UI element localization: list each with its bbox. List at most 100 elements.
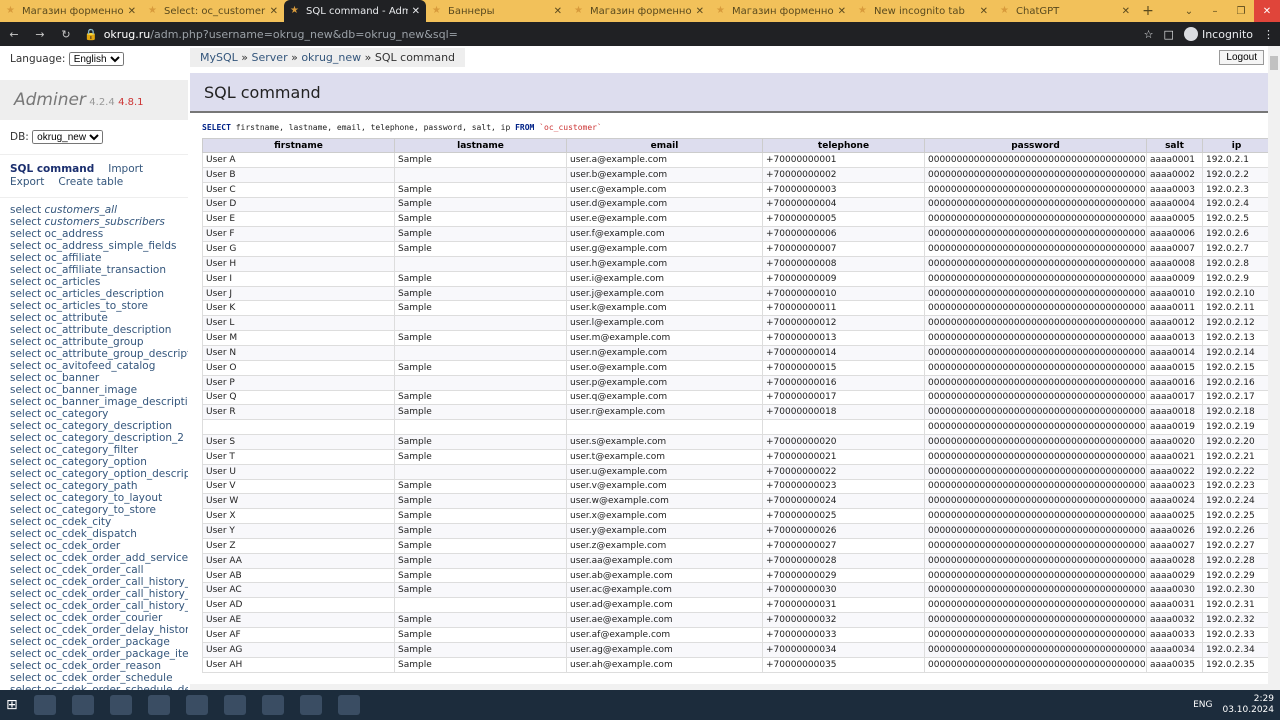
sidebar-table-link[interactable]: select oc_cdek_order_call_history_g: [10, 600, 188, 612]
close-window-button[interactable]: ✕: [1254, 0, 1280, 22]
browser-tab[interactable]: ★ Баннеры ✕: [426, 0, 568, 22]
app-icon[interactable]: [261, 695, 284, 715]
sidebar-table-link[interactable]: select oc_category_to_layout: [10, 492, 178, 504]
sidebar-table-link[interactable]: select oc_articles: [10, 276, 178, 288]
sidebar-table-link[interactable]: select oc_attribute_description: [10, 324, 178, 336]
input-language[interactable]: ENG: [1193, 700, 1212, 710]
sidebar-table-link[interactable]: select oc_category_filter: [10, 444, 178, 456]
browser-tab[interactable]: ★ Select: oc_customer - Adm ✕: [142, 0, 284, 22]
column-header[interactable]: ip: [1202, 138, 1268, 153]
column-header[interactable]: salt: [1146, 138, 1203, 153]
tab-close-icon[interactable]: ✕: [1122, 6, 1130, 17]
sidebar-table-link[interactable]: select oc_category: [10, 408, 178, 420]
sidebar-table-link[interactable]: select oc_cdek_order_delay_history: [10, 624, 188, 636]
language-select[interactable]: English: [68, 52, 124, 66]
sidebar-table-link[interactable]: select oc_cdek_order_reason: [10, 660, 178, 672]
vertical-scrollbar[interactable]: [1268, 46, 1280, 690]
sidebar-table-link[interactable]: select oc_cdek_order_add_service: [10, 552, 188, 564]
scroll-thumb[interactable]: [1270, 56, 1278, 70]
sidebar-table-link[interactable]: select oc_cdek_order_schedule: [10, 672, 178, 684]
start-icon[interactable]: ⊞: [6, 697, 18, 713]
brand-name[interactable]: Adminer: [14, 90, 86, 110]
column-header[interactable]: email: [566, 138, 763, 153]
firefox-icon[interactable]: [147, 695, 170, 715]
sql-command-link[interactable]: SQL command: [10, 163, 94, 175]
tab-close-icon[interactable]: ✕: [838, 6, 846, 17]
browser-tab[interactable]: ★ Магазин форменной оде ✕: [710, 0, 852, 22]
menu-icon[interactable]: ⋮: [1263, 28, 1274, 41]
app-icon[interactable]: [223, 695, 246, 715]
sidebar-table-link[interactable]: select oc_banner: [10, 372, 178, 384]
db-select[interactable]: okrug_new: [32, 130, 104, 144]
sidebar-table-link[interactable]: select oc_category_option: [10, 456, 178, 468]
browser-tab[interactable]: ★ SQL command - Adminer ✕: [284, 0, 426, 22]
maximize-button[interactable]: ❐: [1228, 0, 1254, 22]
forward-icon[interactable]: →: [32, 28, 48, 41]
tab-close-icon[interactable]: ✕: [980, 6, 988, 17]
import-link[interactable]: Import: [108, 163, 143, 175]
sidebar-table-link[interactable]: select oc_banner_image: [10, 384, 178, 396]
sidebar-table-link[interactable]: select oc_address: [10, 228, 178, 240]
sidebar-table-link[interactable]: select oc_avitofeed_catalog: [10, 360, 178, 372]
sidebar-table-link[interactable]: select oc_cdek_order: [10, 540, 178, 552]
sidebar-table-link[interactable]: select oc_banner_image_description: [10, 396, 188, 408]
sidebar-table-link[interactable]: select oc_articles_description: [10, 288, 178, 300]
sidebar-table-link[interactable]: select oc_category_to_store: [10, 504, 178, 516]
column-header[interactable]: telephone: [762, 138, 925, 153]
side-panel-icon[interactable]: □: [1164, 28, 1174, 41]
version-new[interactable]: 4.8.1: [118, 97, 143, 108]
sidebar-table-link[interactable]: select oc_cdek_order_package: [10, 636, 178, 648]
sidebar-table-link[interactable]: select oc_category_path: [10, 480, 178, 492]
star-icon[interactable]: ☆: [1144, 28, 1154, 41]
sidebar-table-link[interactable]: select oc_address_simple_fields: [10, 240, 178, 252]
reload-icon[interactable]: ↻: [58, 28, 74, 41]
tab-search-icon[interactable]: ⌄: [1176, 0, 1202, 22]
column-header[interactable]: firstname: [202, 138, 395, 153]
file-explorer-icon[interactable]: [33, 695, 56, 715]
sidebar-table-link[interactable]: select oc_category_option_descripti: [10, 468, 188, 480]
sidebar-table-link[interactable]: select oc_cdek_order_call_history_f: [10, 588, 188, 600]
sidebar-table-link[interactable]: select oc_category_description: [10, 420, 178, 432]
sidebar-table-link[interactable]: select oc_cdek_dispatch: [10, 528, 178, 540]
tab-close-icon[interactable]: ✕: [554, 6, 562, 17]
sidebar-table-link[interactable]: select oc_attribute_group_descriptio: [10, 348, 188, 360]
tab-close-icon[interactable]: ✕: [696, 6, 704, 17]
export-link[interactable]: Export: [10, 176, 44, 188]
breadcrumb-server[interactable]: Server: [252, 51, 288, 64]
back-icon[interactable]: ←: [6, 28, 22, 41]
minimize-button[interactable]: –: [1202, 0, 1228, 22]
clock[interactable]: 2:29 03.10.2024: [1222, 694, 1274, 716]
new-tab-button[interactable]: +: [1136, 0, 1160, 22]
sidebar-table-link[interactable]: select oc_cdek_order_courier: [10, 612, 178, 624]
breadcrumb-mysql[interactable]: MySQL: [200, 51, 238, 64]
column-header[interactable]: password: [924, 138, 1147, 153]
create-table-link[interactable]: Create table: [58, 176, 123, 188]
column-header[interactable]: lastname: [394, 138, 567, 153]
sidebar-table-link[interactable]: select oc_articles_to_store: [10, 300, 178, 312]
sidebar-table-link[interactable]: select oc_cdek_order_package_item: [10, 648, 188, 660]
sidebar-table-link[interactable]: select customers_all: [10, 204, 178, 216]
browser-tab[interactable]: ★ ChatGPT ✕: [994, 0, 1136, 22]
app-icon[interactable]: [337, 695, 360, 715]
app-icon[interactable]: [299, 695, 322, 715]
logout-button[interactable]: Logout: [1219, 50, 1264, 65]
sidebar-table-link[interactable]: select oc_attribute_group: [10, 336, 178, 348]
tab-close-icon[interactable]: ✕: [270, 6, 278, 17]
browser-tab[interactable]: ★ Магазин форменной оде ✕: [0, 0, 142, 22]
sidebar-table-link[interactable]: select oc_affiliate_transaction: [10, 264, 178, 276]
sidebar-table-link[interactable]: select oc_cdek_order_call: [10, 564, 178, 576]
sidebar-table-link[interactable]: select oc_cdek_city: [10, 516, 178, 528]
sidebar-table-link[interactable]: select oc_affiliate: [10, 252, 178, 264]
incognito-badge[interactable]: Incognito: [1183, 27, 1253, 41]
chrome-icon[interactable]: [109, 695, 132, 715]
sidebar-table-link[interactable]: select oc_category_description_2: [10, 432, 184, 444]
tab-close-icon[interactable]: ✕: [128, 6, 136, 17]
browser-tab[interactable]: ★ New incognito tab ✕: [852, 0, 994, 22]
breadcrumb-db[interactable]: okrug_new: [301, 51, 361, 64]
sidebar-table-link[interactable]: select customers_subscribers: [10, 216, 178, 228]
sidebar-table-link[interactable]: select oc_attribute: [10, 312, 178, 324]
browser-tab[interactable]: ★ Магазин форменной оде ✕: [568, 0, 710, 22]
tab-close-icon[interactable]: ✕: [412, 6, 420, 17]
app-icon[interactable]: [71, 695, 94, 715]
url-input[interactable]: 🔒 okrug.ru/adm.php?username=okrug_new&db…: [84, 25, 1134, 43]
